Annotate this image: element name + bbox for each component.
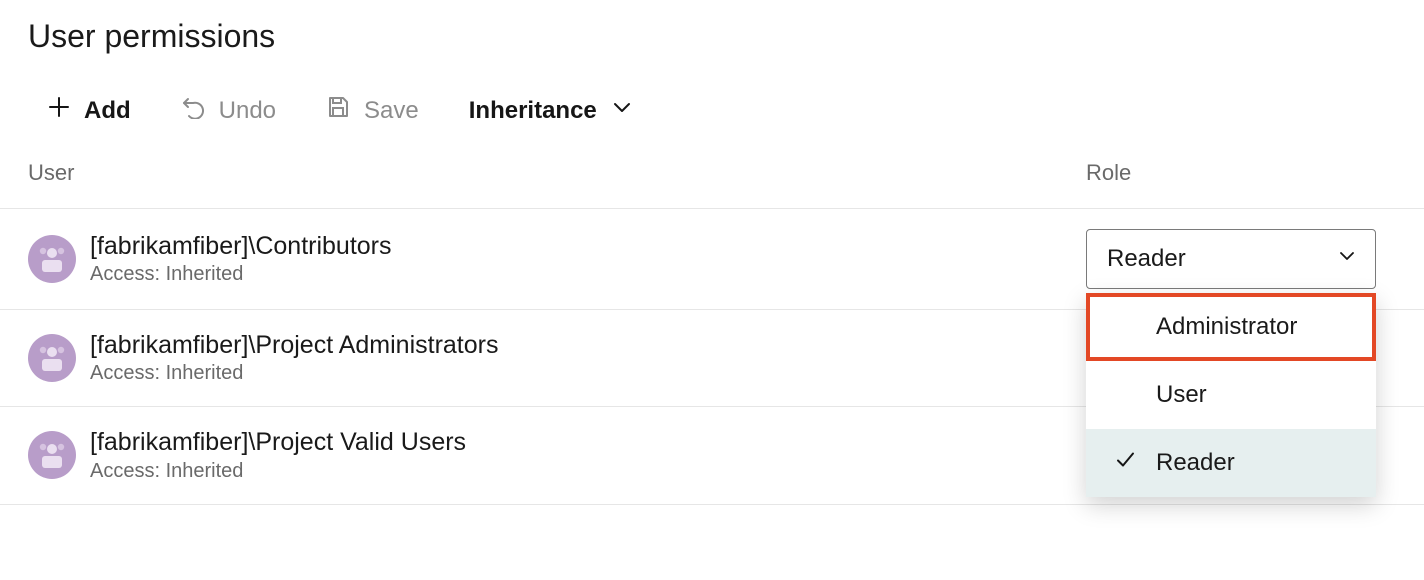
group-name: [fabrikamfiber]\Project Administrators	[90, 330, 1086, 361]
column-header-role: Role	[1086, 160, 1396, 186]
check-icon	[1114, 449, 1136, 478]
group-name: [fabrikamfiber]\Contributors	[90, 231, 1086, 262]
permission-row: [fabrikamfiber]\Contributors Access: Inh…	[0, 209, 1424, 310]
role-option-label: User	[1156, 381, 1207, 409]
plus-icon	[48, 96, 70, 125]
undo-button[interactable]: Undo	[181, 95, 276, 126]
chevron-down-icon	[611, 96, 633, 125]
page-title: User permissions	[0, 0, 1424, 55]
role-option-administrator[interactable]: Administrator	[1086, 293, 1376, 361]
undo-label: Undo	[219, 97, 276, 125]
group-name: [fabrikamfiber]\Project Valid Users	[90, 427, 1086, 458]
role-option-label: Administrator	[1156, 313, 1297, 341]
group-avatar	[28, 431, 76, 479]
role-dropdown: Administrator User Reader	[1086, 293, 1376, 497]
group-avatar	[28, 235, 76, 283]
toolbar: Add Undo Save Inheritance	[0, 55, 1424, 152]
add-button[interactable]: Add	[48, 96, 131, 125]
group-access: Access: Inherited	[90, 361, 1086, 386]
inheritance-dropdown[interactable]: Inheritance	[469, 96, 633, 125]
save-button[interactable]: Save	[326, 95, 419, 126]
inheritance-label: Inheritance	[469, 97, 597, 125]
role-option-label: Reader	[1156, 449, 1235, 477]
column-header-user: User	[28, 160, 1086, 186]
group-access: Access: Inherited	[90, 459, 1086, 484]
save-label: Save	[364, 97, 419, 125]
add-label: Add	[84, 97, 131, 125]
role-option-reader[interactable]: Reader	[1086, 429, 1376, 497]
role-select[interactable]: Reader	[1086, 229, 1376, 289]
role-option-user[interactable]: User	[1086, 361, 1376, 429]
column-header-row: User Role	[0, 152, 1424, 209]
chevron-down-icon	[1337, 245, 1357, 273]
role-select-value: Reader	[1107, 245, 1186, 273]
undo-icon	[181, 95, 205, 126]
save-icon	[326, 95, 350, 126]
group-avatar	[28, 334, 76, 382]
group-access: Access: Inherited	[90, 262, 1086, 287]
